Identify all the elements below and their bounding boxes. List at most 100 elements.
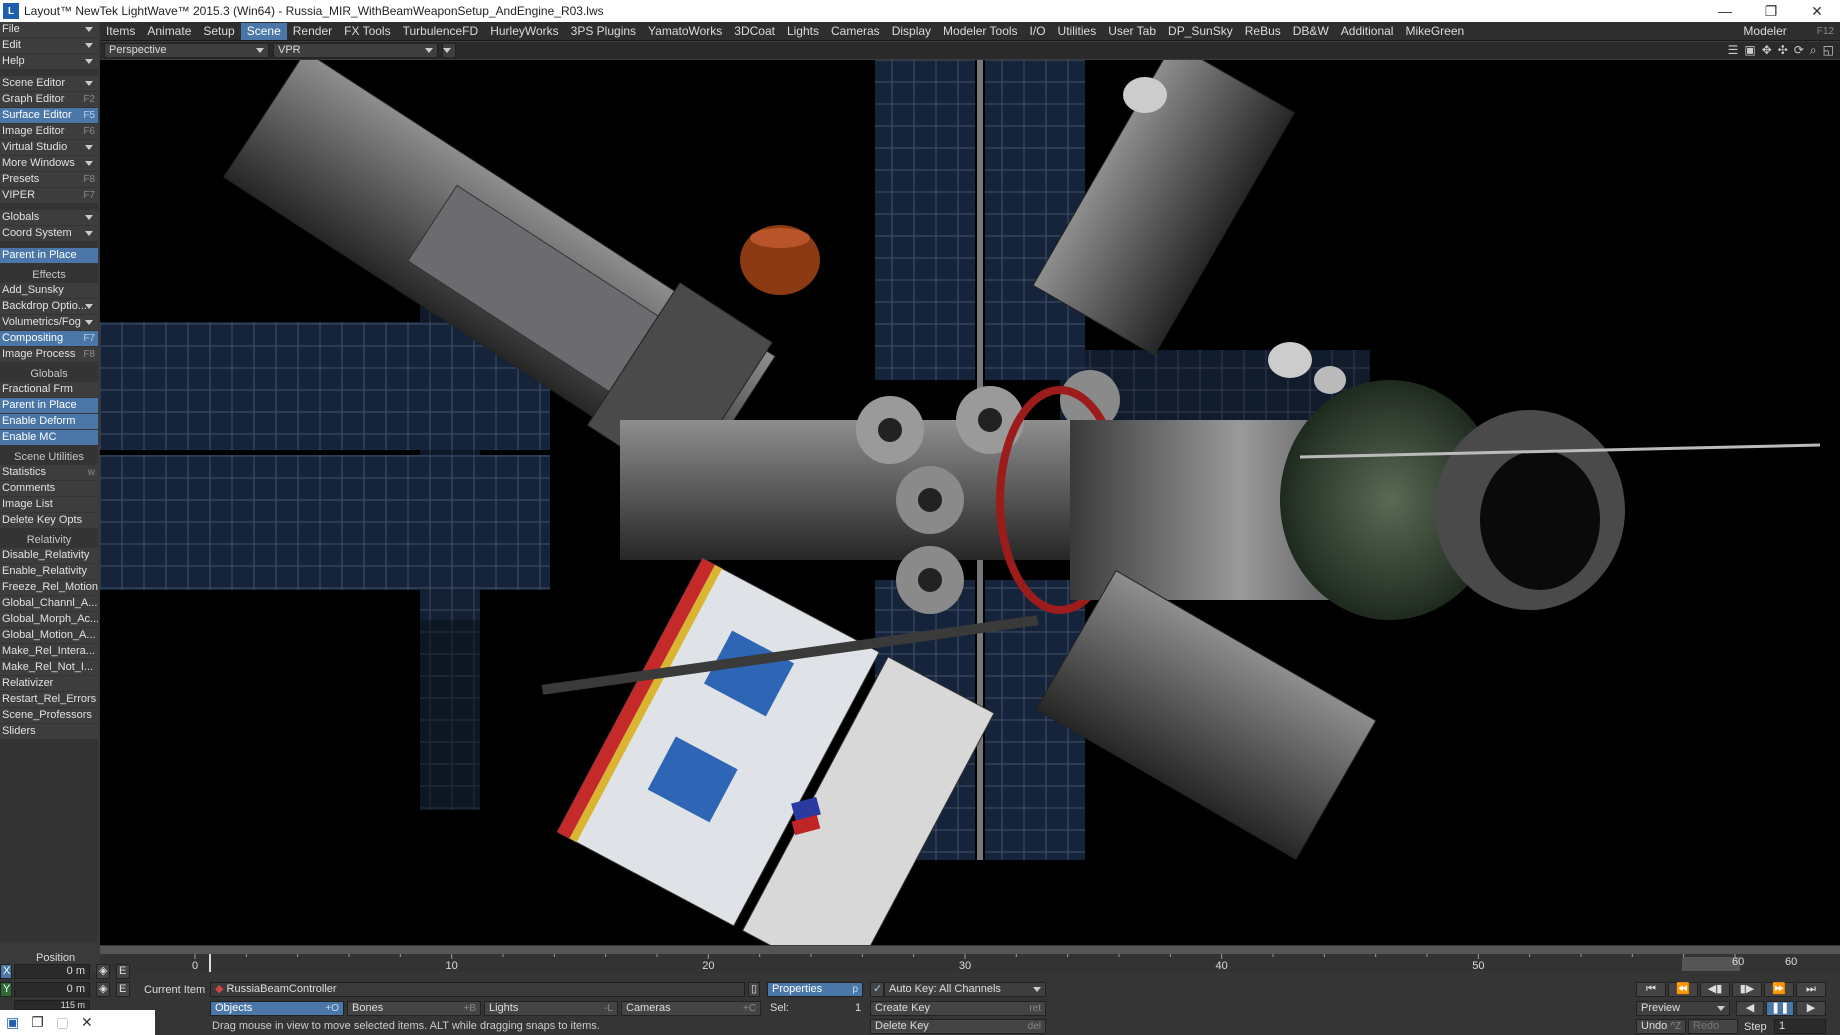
tab-animate[interactable]: Animate xyxy=(141,23,197,40)
play-icon[interactable]: ▶ xyxy=(1796,1001,1826,1016)
x-envelope-button[interactable]: E xyxy=(116,964,130,979)
tab-lights[interactable]: Lights xyxy=(781,23,825,40)
tab-3dcoat[interactable]: 3DCoat xyxy=(728,23,781,40)
timeline[interactable]: 0 10 20 30 40 50 60 60 xyxy=(100,946,1840,972)
tab-hurleyworks[interactable]: HurleyWorks xyxy=(484,23,564,40)
previous-frame-icon[interactable]: ◀▮ xyxy=(1700,982,1730,997)
sidebar-item-make-rel-intera[interactable]: Make_Rel_Intera... xyxy=(0,644,98,659)
current-item-dropdown[interactable]: ◆ RussiaBeamController xyxy=(210,982,745,997)
tab-turbulencefd[interactable]: TurbulenceFD xyxy=(397,23,485,40)
auto-key-dropdown[interactable]: Auto Key: All Channels xyxy=(884,982,1046,997)
tab-yamatoworks[interactable]: YamatoWorks xyxy=(642,23,728,40)
sidebar-item-enable-relativity[interactable]: Enable_Relativity xyxy=(0,564,98,579)
sidebar-item-graph-editor[interactable]: Graph Editor F2 xyxy=(0,92,98,107)
tab-additional[interactable]: Additional xyxy=(1335,23,1400,40)
sidebar-item-fractional-frm[interactable]: Fractional Frm xyxy=(0,382,98,397)
sidebar-item-restart-rel-errors[interactable]: Restart_Rel_Errors xyxy=(0,692,98,707)
save-view-icon[interactable]: ▣ xyxy=(1744,43,1755,58)
close-button[interactable]: ✕ xyxy=(1794,0,1840,22)
z-position-field[interactable]: 115 m xyxy=(14,1000,90,1010)
sidebar-item-surface-editor[interactable]: Surface Editor F5 xyxy=(0,108,98,123)
next-key-icon[interactable]: ⏩ xyxy=(1764,982,1794,997)
tab-modeler-tools[interactable]: Modeler Tools xyxy=(937,23,1023,40)
sidebar-item-delete-key-opts[interactable]: Delete Key Opts xyxy=(0,513,98,528)
sidebar-item-relativizer[interactable]: Relativizer xyxy=(0,676,98,691)
3d-viewport[interactable] xyxy=(100,60,1840,945)
move-view-icon[interactable]: ✥ xyxy=(1762,43,1772,58)
restore-button[interactable]: ❐ xyxy=(1748,0,1794,22)
go-to-start-icon[interactable]: ⏮ xyxy=(1636,982,1666,997)
tab-rebus[interactable]: ReBus xyxy=(1239,23,1287,40)
sidebar-item-scene-professors[interactable]: Scene_Professors xyxy=(0,708,98,723)
sidebar-item-make-rel-not-i[interactable]: Make_Rel_Not_I... xyxy=(0,660,98,675)
list-icon[interactable]: ☰ xyxy=(1728,43,1739,58)
previous-key-icon[interactable]: ⏪ xyxy=(1668,982,1698,997)
tab-db-w[interactable]: DB&W xyxy=(1287,23,1335,40)
step-field[interactable]: 1 xyxy=(1774,1019,1826,1034)
auto-key-checkbox[interactable]: ✓ xyxy=(870,982,884,997)
sidebar-item-more-windows[interactable]: More Windows xyxy=(0,156,98,171)
x-axis-button[interactable]: X xyxy=(0,964,12,979)
sidebar-item-help[interactable]: Help xyxy=(0,54,98,69)
sidebar-item-enable-mc[interactable]: Enable MC xyxy=(0,430,98,445)
sidebar-item-global-morph-ac[interactable]: Global_Morph_Ac... xyxy=(0,612,98,627)
tab-fx-tools[interactable]: FX Tools xyxy=(338,23,396,40)
create-key-button[interactable]: Create Key ret xyxy=(870,1001,1046,1016)
minimize-button[interactable]: — xyxy=(1702,0,1748,22)
tab-scene[interactable]: Scene xyxy=(240,22,287,40)
lights-button[interactable]: Lights -L xyxy=(484,1001,618,1016)
sidebar-item-add-sunsky[interactable]: Add_Sunsky xyxy=(0,283,98,298)
sidebar-item-volumetrics-fog[interactable]: Volumetrics/Fog xyxy=(0,315,98,330)
properties-button[interactable]: Properties p xyxy=(767,982,863,997)
objects-button[interactable]: Objects +O xyxy=(210,1001,344,1016)
delete-key-button[interactable]: Delete Key del xyxy=(870,1019,1046,1034)
redo-button[interactable]: Redo xyxy=(1688,1019,1738,1034)
pan-view-icon[interactable]: ✣ xyxy=(1778,43,1788,58)
timeline-end-value[interactable]: 60 xyxy=(1785,956,1797,968)
y-axis-button[interactable]: Y xyxy=(0,982,12,997)
render-mode-dropdown[interactable]: VPR xyxy=(273,43,438,58)
go-to-end-icon[interactable]: ⏭ xyxy=(1796,982,1826,997)
tab-user-tab[interactable]: User Tab xyxy=(1102,23,1162,40)
sidebar-item-disable-relativity[interactable]: Disable_Relativity xyxy=(0,548,98,563)
restore-icon[interactable]: ❐ xyxy=(31,1014,44,1031)
x-envelope-icon[interactable]: ◈ xyxy=(96,964,110,979)
sidebar-item-freeze-rel-motion[interactable]: Freeze_Rel_Motion xyxy=(0,580,98,595)
next-frame-icon[interactable]: ▮▶ xyxy=(1732,982,1762,997)
tab-setup[interactable]: Setup xyxy=(197,23,240,40)
sidebar-item-comments[interactable]: Comments xyxy=(0,481,98,496)
sidebar-item-image-list[interactable]: Image List xyxy=(0,497,98,512)
sidebar-item-parent-in-place-main[interactable]: Parent in Place xyxy=(0,248,98,263)
y-position-field[interactable]: 0 m xyxy=(14,982,90,997)
sidebar-item-viper[interactable]: VIPER F7 xyxy=(0,188,98,203)
sidebar-item-sliders[interactable]: Sliders xyxy=(0,724,98,739)
tab-dp-sunsky[interactable]: DP_SunSky xyxy=(1162,23,1239,40)
cameras-button[interactable]: Cameras +C xyxy=(621,1001,761,1016)
sidebar-item-global-motion-a[interactable]: Global_Motion_A... xyxy=(0,628,98,643)
x-position-field[interactable]: 0 m xyxy=(14,964,90,979)
modeler-button[interactable]: Modeler F12 xyxy=(1737,24,1840,38)
tab-i-o[interactable]: I/O xyxy=(1024,23,1052,40)
sidebar-item-enable-deform[interactable]: Enable Deform xyxy=(0,414,98,429)
sidebar-item-presets[interactable]: Presets F8 xyxy=(0,172,98,187)
item-lock-icon[interactable]: ▯ xyxy=(748,982,760,997)
tab-items[interactable]: Items xyxy=(100,23,141,40)
sidebar-item-globals[interactable]: Globals xyxy=(0,210,98,225)
sidebar-item-backdrop-optio[interactable]: Backdrop Optio... xyxy=(0,299,98,314)
rotate-view-icon[interactable]: ⟳ xyxy=(1794,43,1804,58)
sidebar-item-statistics[interactable]: Statistics w xyxy=(0,465,98,480)
sidebar-item-parent-in-place[interactable]: Parent in Place xyxy=(0,398,98,413)
play-reverse-icon[interactable]: ◀ xyxy=(1736,1001,1764,1016)
sidebar-item-coord-system[interactable]: Coord System xyxy=(0,226,98,241)
render-options-dropdown[interactable] xyxy=(442,43,456,58)
sidebar-item-compositing[interactable]: Compositing F7 xyxy=(0,331,98,346)
sidebar-item-scene-editor[interactable]: Scene Editor xyxy=(0,76,98,91)
bones-button[interactable]: Bones +B xyxy=(347,1001,481,1016)
tab-utilities[interactable]: Utilities xyxy=(1052,23,1103,40)
lightwave-taskbar-icon[interactable]: ▣ xyxy=(6,1014,19,1031)
preview-dropdown[interactable]: Preview xyxy=(1636,1001,1730,1016)
taskbar-close-icon[interactable]: ✕ xyxy=(81,1014,93,1031)
sidebar-item-edit[interactable]: Edit xyxy=(0,38,98,53)
undo-button[interactable]: Undo ^Z xyxy=(1636,1019,1686,1034)
tab-display[interactable]: Display xyxy=(886,23,937,40)
